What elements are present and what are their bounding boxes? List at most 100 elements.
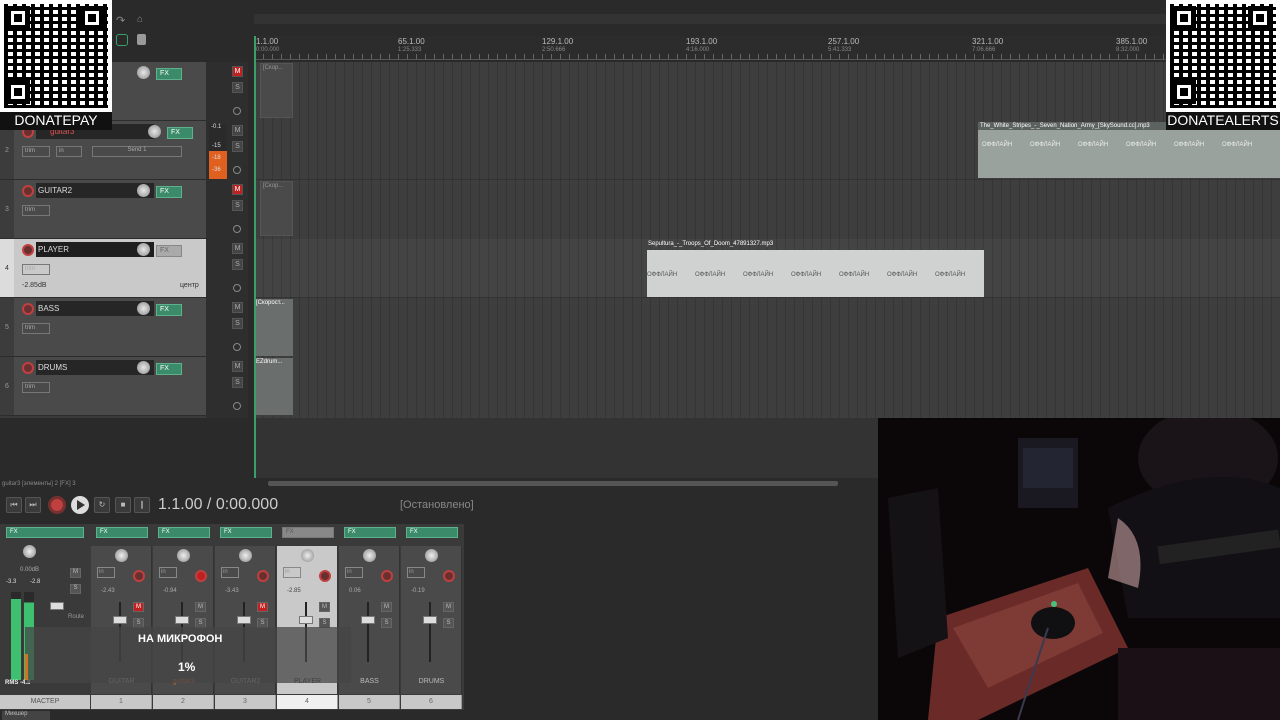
solo-button[interactable]: S bbox=[232, 141, 243, 152]
master-volume-knob[interactable] bbox=[23, 545, 36, 558]
fx-button[interactable]: FX bbox=[156, 363, 182, 375]
fx-bypass-icon[interactable] bbox=[233, 166, 241, 174]
toolbar-loop-icon[interactable] bbox=[116, 34, 128, 46]
input-button[interactable]: in bbox=[56, 146, 82, 157]
time-position[interactable]: 1.1.00 / 0:00.000 bbox=[158, 496, 278, 514]
master-mute-button[interactable]: M bbox=[70, 568, 81, 578]
record-arm-button[interactable] bbox=[22, 303, 34, 315]
pan-knob[interactable] bbox=[425, 549, 438, 562]
go-start-button[interactable]: ⏮ bbox=[6, 497, 22, 513]
fx-button[interactable]: FX bbox=[156, 304, 182, 316]
input-button[interactable]: in bbox=[407, 567, 425, 578]
volume-fader[interactable] bbox=[237, 616, 251, 624]
pause-button[interactable]: ∥ bbox=[134, 497, 150, 513]
media-item[interactable]: [Скор... bbox=[260, 63, 293, 118]
mute-button[interactable]: M bbox=[257, 602, 268, 612]
volume-knob[interactable] bbox=[137, 302, 150, 315]
record-arm-button[interactable] bbox=[22, 362, 34, 374]
fx-button[interactable]: FX bbox=[282, 527, 334, 538]
strip-number[interactable]: 1 bbox=[91, 695, 152, 709]
master-fader[interactable] bbox=[50, 602, 64, 610]
pan-knob[interactable] bbox=[239, 549, 252, 562]
toolbar-lock-icon[interactable]: ⌂ bbox=[137, 14, 143, 25]
automation-trim-button[interactable]: trim bbox=[22, 323, 50, 334]
media-item-sepultura[interactable]: ОФФЛАЙН ОФФЛАЙН ОФФЛАЙН ОФФЛАЙН ОФФЛАЙН … bbox=[647, 250, 984, 297]
fx-bypass-icon[interactable] bbox=[233, 402, 241, 410]
strip-number[interactable]: 5 bbox=[339, 695, 400, 709]
solo-button[interactable]: S bbox=[232, 200, 243, 211]
mute-button[interactable]: M bbox=[232, 243, 243, 254]
strip-number[interactable]: 4 bbox=[277, 695, 338, 709]
record-arm-button[interactable] bbox=[257, 570, 269, 582]
repeat-button[interactable]: ↻ bbox=[94, 497, 110, 513]
fx-button[interactable]: FX bbox=[406, 527, 458, 538]
timeline-ruler[interactable]: 1.1.00 0:00.000 65.1.00 1:25.333 129.1.00 2… bbox=[254, 36, 1280, 60]
pan-knob[interactable] bbox=[115, 549, 128, 562]
fx-button[interactable]: FX bbox=[344, 527, 396, 538]
mute-button[interactable]: M bbox=[195, 602, 206, 612]
solo-button[interactable]: S bbox=[232, 82, 243, 93]
fx-bypass-icon[interactable] bbox=[233, 107, 241, 115]
strip-number[interactable]: 3 bbox=[215, 695, 276, 709]
media-item-white-stripes[interactable]: The_White_Stripes_-_Seven_Nation_Army_[S… bbox=[978, 122, 1280, 178]
record-arm-button[interactable] bbox=[22, 185, 34, 197]
volume-fader[interactable] bbox=[299, 616, 313, 624]
fx-button[interactable]: FX bbox=[156, 68, 182, 80]
toolbar-lock2-icon[interactable] bbox=[137, 34, 146, 45]
media-item[interactable]: [Скор... bbox=[260, 181, 293, 236]
fx-bypass-icon[interactable] bbox=[233, 225, 241, 233]
volume-knob[interactable] bbox=[137, 361, 150, 374]
fx-button[interactable]: FX bbox=[220, 527, 272, 538]
master-route-button[interactable]: Route bbox=[68, 614, 84, 620]
fx-bypass-icon[interactable] bbox=[233, 343, 241, 351]
mute-button[interactable]: M bbox=[443, 602, 454, 612]
volume-knob[interactable] bbox=[137, 66, 150, 79]
solo-button[interactable]: S bbox=[232, 259, 243, 270]
fx-button[interactable]: FX bbox=[156, 245, 182, 257]
media-item-drums[interactable]: EZdrum... bbox=[254, 358, 293, 415]
solo-button[interactable]: S bbox=[381, 618, 392, 628]
pan-knob[interactable] bbox=[363, 549, 376, 562]
volume-knob[interactable] bbox=[137, 184, 150, 197]
mute-button[interactable]: M bbox=[319, 602, 330, 612]
pan-knob[interactable] bbox=[177, 549, 190, 562]
input-button[interactable]: in bbox=[345, 567, 363, 578]
go-end-button[interactable]: ⏭ bbox=[25, 497, 41, 513]
volume-fader[interactable] bbox=[423, 616, 437, 624]
toolbar-redo-icon[interactable]: ↷ bbox=[116, 14, 125, 27]
fx-button[interactable]: FX bbox=[156, 186, 182, 198]
solo-button[interactable]: S bbox=[443, 618, 454, 628]
send-control[interactable]: Send 1 bbox=[92, 146, 182, 157]
mute-button[interactable]: M bbox=[232, 302, 243, 313]
volume-knob[interactable] bbox=[148, 125, 161, 138]
input-button[interactable]: in bbox=[97, 567, 115, 578]
record-arm-button[interactable] bbox=[133, 570, 145, 582]
strip-number[interactable]: 6 bbox=[401, 695, 462, 709]
pan-knob[interactable] bbox=[301, 549, 314, 562]
playhead[interactable] bbox=[254, 36, 256, 478]
record-arm-button[interactable] bbox=[195, 570, 207, 582]
record-arm-button[interactable] bbox=[443, 570, 455, 582]
mute-button[interactable]: M bbox=[232, 184, 243, 195]
master-solo-button[interactable]: S bbox=[70, 584, 81, 594]
strip-number[interactable]: 2 bbox=[153, 695, 214, 709]
input-button[interactable]: in bbox=[159, 567, 177, 578]
record-arm-button[interactable] bbox=[319, 570, 331, 582]
mute-button[interactable]: M bbox=[133, 602, 144, 612]
master-fx-button[interactable]: FX bbox=[6, 527, 84, 538]
volume-fader[interactable] bbox=[113, 616, 127, 624]
solo-button[interactable]: S bbox=[232, 377, 243, 388]
record-button[interactable] bbox=[48, 496, 66, 514]
mute-button[interactable]: M bbox=[381, 602, 392, 612]
record-arm-button[interactable] bbox=[22, 244, 34, 256]
mixer-strip-drums[interactable]: in -0.19 M S bbox=[401, 546, 462, 694]
input-button[interactable]: in bbox=[283, 567, 301, 578]
volume-fader[interactable] bbox=[361, 616, 375, 624]
fx-button[interactable]: FX bbox=[158, 527, 210, 538]
automation-trim-button[interactable]: trim bbox=[22, 205, 50, 216]
stop-button[interactable]: ■ bbox=[115, 497, 131, 513]
fx-button[interactable]: FX bbox=[167, 127, 193, 139]
solo-button[interactable]: S bbox=[232, 318, 243, 329]
mute-button[interactable]: M bbox=[232, 66, 243, 77]
mute-button[interactable]: M bbox=[232, 125, 243, 136]
